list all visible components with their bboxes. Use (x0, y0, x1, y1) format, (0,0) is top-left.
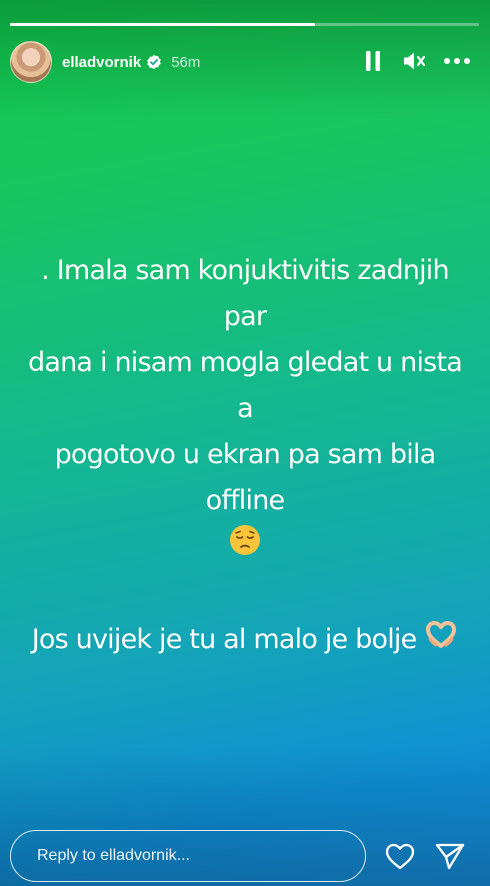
story-controls (344, 48, 470, 74)
username[interactable]: elladvornik (62, 54, 141, 71)
volume-muted-icon[interactable] (402, 48, 428, 74)
story-header: elladvornik 56m (10, 41, 480, 83)
story-caption: . Imala sam konjuktivitis zadnjih par da… (20, 248, 470, 664)
verified-badge-icon (146, 54, 162, 70)
caption-line-2-text: Jos uvijek je tu al malo je bolje (31, 624, 417, 655)
heart-hands-emoji (424, 618, 458, 664)
story-footer: Reply to elladvornik... (10, 828, 480, 884)
story-progress-bar (10, 23, 479, 26)
caption-emoji-line (20, 524, 470, 571)
story-progress-fill (10, 23, 315, 26)
post-time: 56m (171, 53, 201, 71)
caption-line-2: Jos uvijek je tu al malo je bolje (20, 617, 470, 664)
reply-placeholder: Reply to elladvornik... (37, 847, 190, 864)
caption-line: . Imala sam konjuktivitis zadnjih par (41, 255, 449, 332)
send-icon[interactable] (434, 840, 466, 872)
more-horizontal-icon[interactable] (444, 48, 470, 74)
heart-icon[interactable] (384, 840, 416, 872)
caption-line: pogotovo u ekran pa sam bila offline (54, 439, 437, 516)
reply-input[interactable]: Reply to elladvornik... (10, 830, 366, 882)
caption-line: dana i nisam mogla gledat u nista a (28, 347, 463, 424)
pensive-face-emoji (229, 524, 261, 571)
pause-icon[interactable] (360, 48, 386, 74)
story-viewer[interactable]: elladvornik 56m . Imala sam konjuktiviti… (0, 0, 490, 886)
avatar[interactable] (10, 41, 52, 83)
